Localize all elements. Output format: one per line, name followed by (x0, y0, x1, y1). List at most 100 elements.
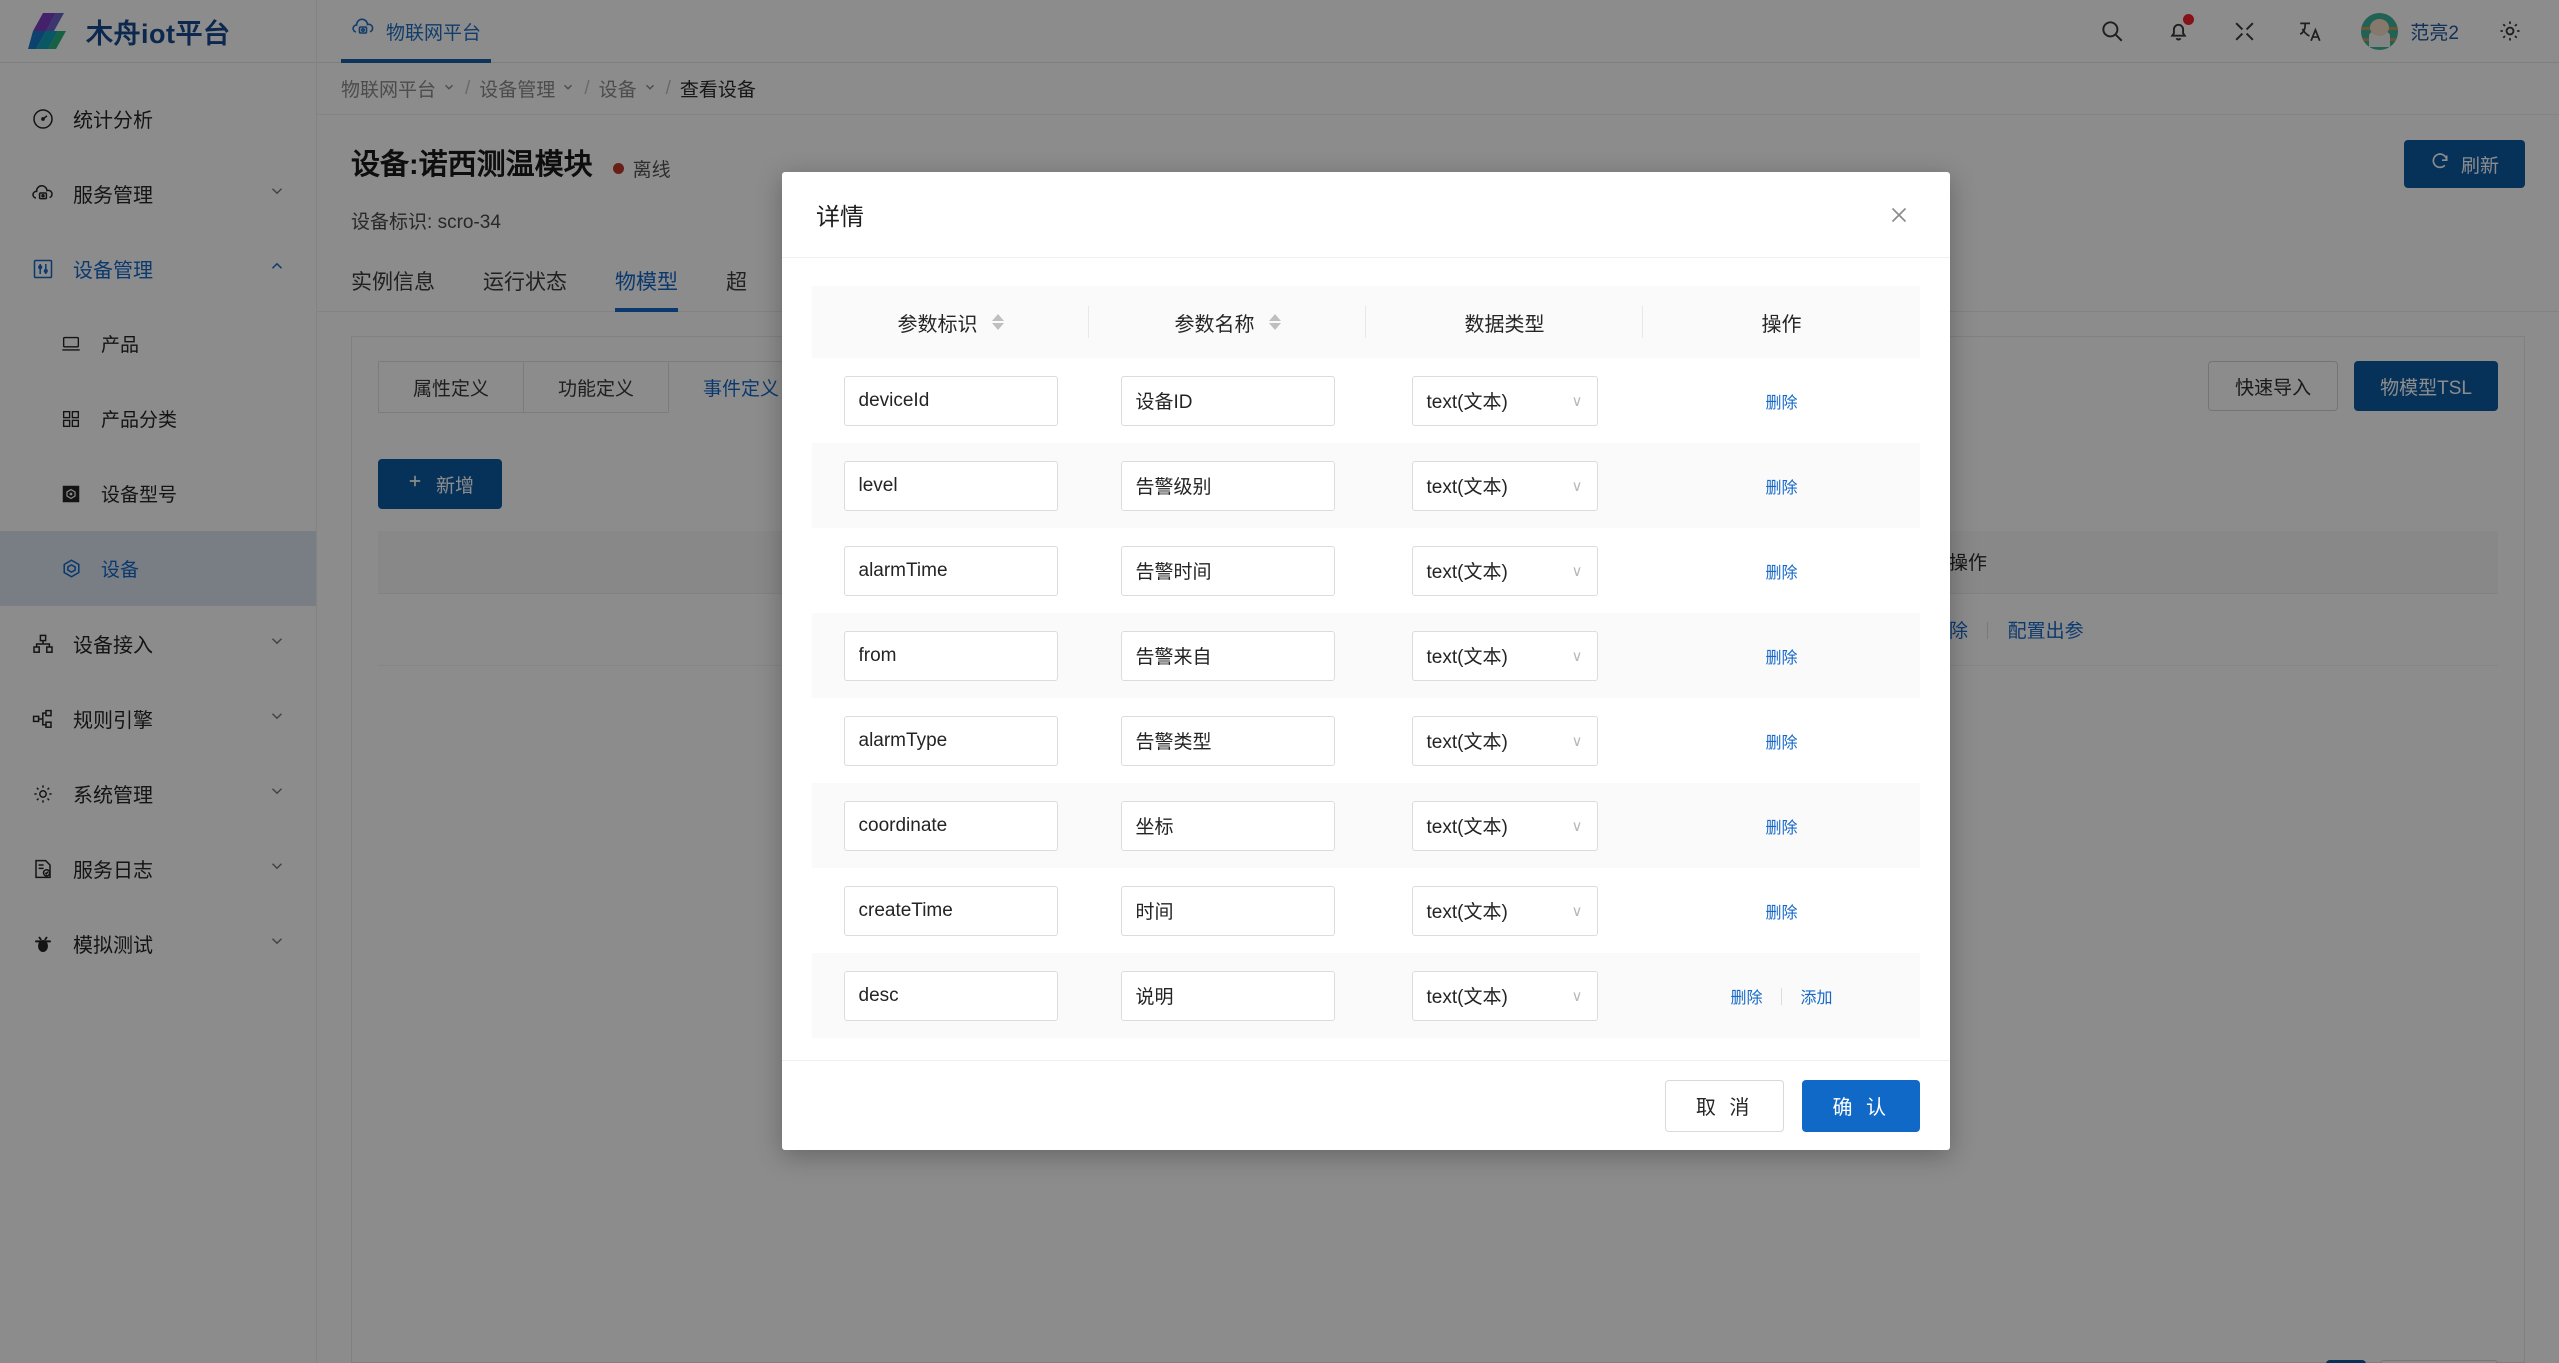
cell-identifier (812, 868, 1089, 953)
app-root: 木舟iot平台 物联网平台 范亮2 统计分析 服务管理 设备管理 产品 产品分类… (0, 0, 2559, 1363)
param-name-input[interactable] (1120, 375, 1335, 426)
chevron-down-icon: ∨ (1571, 477, 1583, 495)
table-row: text(文本) ∨ 删除 添加 (812, 953, 1920, 1038)
data-type-value: text(文本) (1426, 732, 1508, 753)
cell-type: text(文本) ∨ (1366, 613, 1643, 698)
cell-identifier (812, 953, 1089, 1038)
delete-link[interactable]: 删除 (1765, 565, 1797, 582)
param-identifier-input[interactable] (843, 715, 1058, 766)
delete-link[interactable]: 删除 (1765, 820, 1797, 837)
cell-identifier (812, 783, 1089, 868)
cell-type: text(文本) ∨ (1366, 443, 1643, 528)
cell-name (1089, 358, 1366, 443)
chevron-down-icon: ∨ (1571, 732, 1583, 750)
data-type-value: text(文本) (1426, 987, 1508, 1008)
delete-link[interactable]: 删除 (1765, 735, 1797, 752)
data-type-value: text(文本) (1426, 817, 1508, 838)
delete-link[interactable]: 删除 (1765, 480, 1797, 497)
cell-identifier (812, 698, 1089, 783)
data-type-value: text(文本) (1426, 562, 1508, 583)
param-name-input[interactable] (1120, 715, 1335, 766)
table-row: text(文本) ∨ 删除 (812, 528, 1920, 613)
sort-icon[interactable] (1268, 314, 1281, 330)
cancel-button[interactable]: 取 消 (1664, 1079, 1785, 1132)
cell-operations: 删除 (1643, 783, 1920, 868)
divider (1781, 987, 1782, 1005)
cell-type: text(文本) ∨ (1366, 528, 1643, 613)
param-name-input[interactable] (1120, 630, 1335, 681)
param-identifier-input[interactable] (843, 630, 1058, 681)
table-header-row: 参数标识 参数名称 数据类型 操作 (812, 286, 1920, 358)
close-icon[interactable] (1882, 198, 1916, 232)
cell-name (1089, 528, 1366, 613)
param-name-input[interactable] (1120, 970, 1335, 1021)
cell-operations: 删除 (1643, 358, 1920, 443)
data-type-select[interactable]: text(文本) ∨ (1411, 460, 1598, 511)
table-row: text(文本) ∨ 删除 (812, 358, 1920, 443)
col-data-type: 数据类型 (1366, 286, 1643, 358)
param-name-input[interactable] (1120, 545, 1335, 596)
param-identifier-input[interactable] (843, 885, 1058, 936)
cell-operations: 删除 添加 (1643, 953, 1920, 1038)
delete-link[interactable]: 删除 (1731, 990, 1763, 1007)
param-identifier-input[interactable] (843, 375, 1058, 426)
cell-operations: 删除 (1643, 613, 1920, 698)
param-name-input[interactable] (1120, 885, 1335, 936)
data-type-select[interactable]: text(文本) ∨ (1411, 630, 1598, 681)
data-type-select[interactable]: text(文本) ∨ (1411, 375, 1598, 426)
chevron-down-icon: ∨ (1571, 647, 1583, 665)
cell-identifier (812, 528, 1089, 613)
cell-name (1089, 613, 1366, 698)
delete-link[interactable]: 删除 (1765, 905, 1797, 922)
data-type-select[interactable]: text(文本) ∨ (1411, 715, 1598, 766)
data-type-select[interactable]: text(文本) ∨ (1411, 885, 1598, 936)
col-param-identifier[interactable]: 参数标识 (812, 286, 1089, 358)
data-type-value: text(文本) (1426, 647, 1508, 668)
table-row: text(文本) ∨ 删除 (812, 783, 1920, 868)
cell-type: text(文本) ∨ (1366, 698, 1643, 783)
chevron-down-icon: ∨ (1571, 562, 1583, 580)
add-link[interactable]: 添加 (1800, 990, 1832, 1007)
detail-modal: 详情 参数标识 参数名称 数据类型 操作 deviceId 设备ID text(… (782, 172, 1950, 1150)
param-identifier-input[interactable] (843, 545, 1058, 596)
cell-operations: 删除 (1643, 443, 1920, 528)
param-name-input[interactable] (1120, 460, 1335, 511)
params-table: 参数标识 参数名称 数据类型 操作 deviceId 设备ID text(文本)… (812, 286, 1920, 1038)
confirm-button[interactable]: 确 认 (1802, 1079, 1920, 1132)
modal-body: 参数标识 参数名称 数据类型 操作 deviceId 设备ID text(文本)… (782, 258, 1950, 1060)
cell-operations: 删除 (1643, 698, 1920, 783)
modal-title: 详情 (816, 204, 864, 231)
chevron-down-icon: ∨ (1571, 902, 1583, 920)
params-table-head: 参数标识 参数名称 数据类型 操作 (812, 286, 1920, 358)
cell-name (1089, 443, 1366, 528)
params-table-body: text(文本) ∨ 删除 (812, 358, 1920, 1038)
data-type-value: text(文本) (1426, 477, 1508, 498)
param-identifier-input[interactable] (843, 460, 1058, 511)
table-row: text(文本) ∨ 删除 (812, 868, 1920, 953)
table-row: text(文本) ∨ 删除 (812, 443, 1920, 528)
sort-icon[interactable] (991, 314, 1004, 330)
delete-link[interactable]: 删除 (1765, 395, 1797, 412)
data-type-value: text(文本) (1426, 902, 1508, 923)
cell-type: text(文本) ∨ (1366, 358, 1643, 443)
chevron-down-icon: ∨ (1571, 987, 1583, 1005)
delete-link[interactable]: 删除 (1765, 650, 1797, 667)
col-param-name[interactable]: 参数名称 (1089, 286, 1366, 358)
param-identifier-input[interactable] (843, 970, 1058, 1021)
chevron-down-icon: ∨ (1571, 392, 1583, 410)
col-operations: 操作 (1643, 286, 1920, 358)
cell-name (1089, 953, 1366, 1038)
cell-identifier (812, 613, 1089, 698)
data-type-select[interactable]: text(文本) ∨ (1411, 545, 1598, 596)
data-type-select[interactable]: text(文本) ∨ (1411, 970, 1598, 1021)
param-identifier-input[interactable] (843, 800, 1058, 851)
modal-footer: 取 消 确 认 (782, 1060, 1950, 1150)
data-type-select[interactable]: text(文本) ∨ (1411, 800, 1598, 851)
table-row: text(文本) ∨ 删除 (812, 613, 1920, 698)
cell-operations: 删除 (1643, 868, 1920, 953)
cell-identifier (812, 443, 1089, 528)
cell-type: text(文本) ∨ (1366, 868, 1643, 953)
cell-operations: 删除 (1643, 528, 1920, 613)
param-name-input[interactable] (1120, 800, 1335, 851)
table-row: text(文本) ∨ 删除 (812, 698, 1920, 783)
